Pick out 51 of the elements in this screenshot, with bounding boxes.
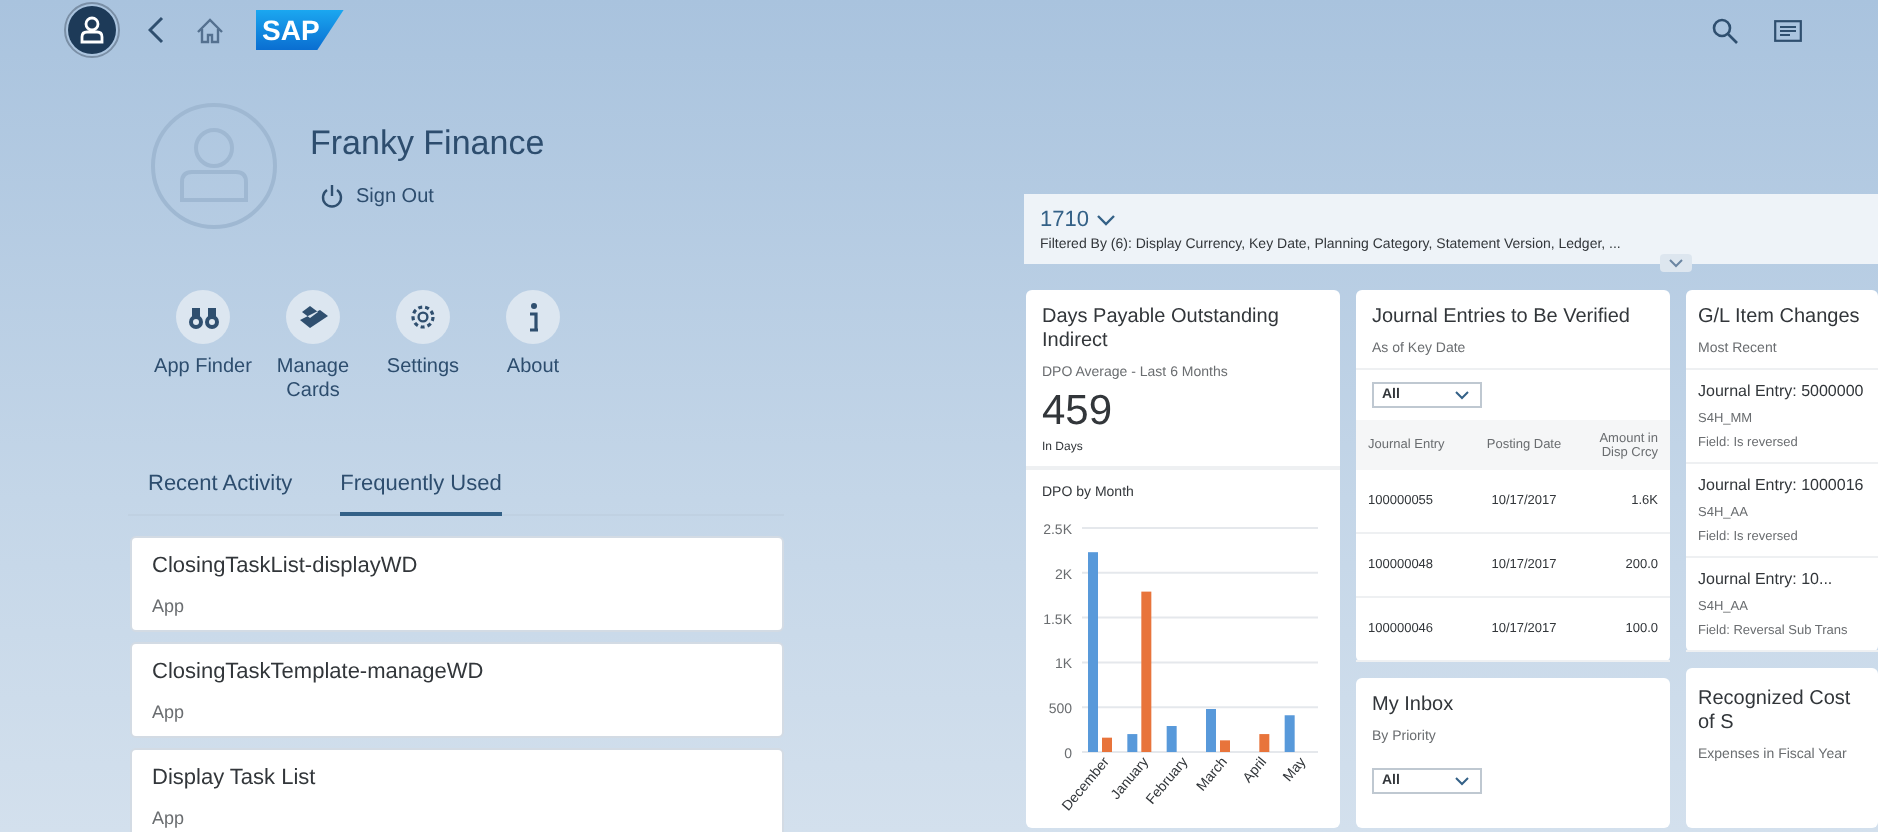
entry-title[interactable]: Journal Entry: 5000000 [1698, 382, 1870, 402]
finder-action-button[interactable]: App Finder [148, 290, 258, 404]
bar[interactable] [1259, 734, 1270, 752]
app-card[interactable]: ClosingTaskTemplate-manageWD App [130, 642, 784, 738]
about-action-button[interactable]: About [478, 290, 588, 404]
binoculars-icon [187, 305, 219, 329]
logo[interactable]: SAP [256, 10, 344, 50]
back-icon[interactable] [148, 16, 164, 44]
tab[interactable]: Recent Activity [148, 464, 293, 516]
app-title: Display Task List [152, 766, 318, 790]
card-title: G/L Item Changes [1698, 306, 1862, 330]
entry-title[interactable]: Journal Entry: 1000016 [1698, 476, 1870, 496]
bar[interactable] [1284, 715, 1295, 752]
card-title: Journal Entries to Be Verified [1372, 306, 1632, 330]
app-type: App [152, 596, 187, 616]
chevron-down-icon [1454, 776, 1470, 786]
notifications-icon[interactable] [1774, 19, 1802, 41]
settings-action-button[interactable]: Settings [368, 290, 478, 404]
app-type: App [152, 808, 187, 828]
user-avatar-button[interactable] [68, 6, 116, 54]
collapse-button[interactable] [1660, 254, 1692, 272]
kpi-value: 459 [1042, 388, 1115, 436]
app-type: App [152, 702, 187, 722]
power-icon [320, 184, 344, 208]
bar[interactable] [1166, 726, 1177, 752]
home-icon[interactable] [196, 17, 224, 43]
user-icon [80, 16, 104, 44]
chevron-down-icon [1454, 390, 1470, 400]
app-card[interactable]: Display Task List App [130, 748, 784, 832]
card-title: My Inbox [1372, 694, 1456, 718]
variant-selector[interactable]: 1710 [1040, 208, 1117, 232]
bar[interactable] [1127, 734, 1138, 752]
sign-out-button[interactable]: Sign Out [320, 184, 434, 208]
cards-action-button[interactable]: Manage Cards [258, 290, 368, 404]
tab[interactable]: Frequently Used [340, 464, 502, 516]
card-title: Days Payable Outstanding Indirect [1042, 306, 1281, 354]
app-title: ClosingTaskTemplate-manageWD [152, 660, 486, 684]
app-title: ClosingTaskList-displayWD [152, 554, 420, 578]
stack-icon [297, 303, 329, 331]
entry-title[interactable]: Journal Entry: 10... [1698, 570, 1870, 590]
search-icon[interactable] [1712, 17, 1738, 43]
settings-icon [408, 302, 438, 332]
app-card[interactable]: ClosingTaskList-displayWD App [130, 536, 784, 632]
bar[interactable] [1141, 591, 1152, 752]
info-icon [527, 302, 539, 332]
bar[interactable] [1102, 737, 1112, 752]
bar[interactable] [1220, 740, 1230, 752]
user-name: Franky Finance [310, 124, 545, 164]
card-title: Recognized Cost of S [1698, 688, 1853, 736]
chevron-down-icon [1096, 214, 1117, 226]
chevron-down-icon [1668, 258, 1684, 268]
